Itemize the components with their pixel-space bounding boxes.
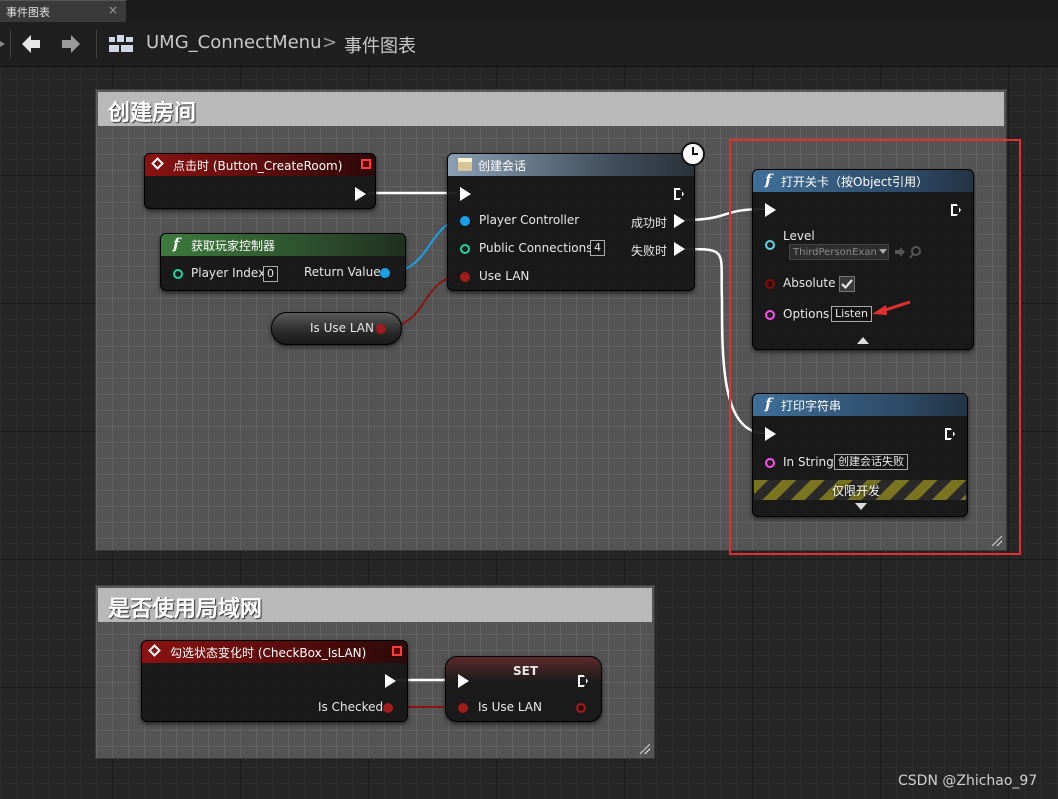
- player-index-label: Player Index: [191, 266, 266, 280]
- is-checked-pin[interactable]: [383, 703, 393, 713]
- exec-in-pin[interactable]: [460, 187, 471, 201]
- return-value-label: Return Value: [304, 265, 381, 279]
- node-header: f 获取玩家控制器: [161, 234, 405, 256]
- return-value-pin[interactable]: [380, 268, 390, 278]
- on-success-exec-pin[interactable]: [674, 214, 685, 228]
- toolbar-divider: [10, 30, 11, 58]
- use-lan-pin[interactable]: [460, 272, 470, 282]
- is-use-lan-out-pin[interactable]: [576, 703, 586, 713]
- exec-out-pin[interactable]: [578, 675, 588, 687]
- node-title: SET: [513, 664, 539, 678]
- macro-node-create-session[interactable]: 创建会话 Player Controller Public Connection…: [447, 153, 695, 291]
- exec-out-pin[interactable]: [674, 188, 684, 200]
- player-index-pin[interactable]: [173, 269, 183, 279]
- tab-bar: [0, 0, 1058, 22]
- public-connections-pin[interactable]: [460, 244, 470, 254]
- event-icon: [151, 157, 164, 170]
- watermark: CSDN @Zhichao_97: [898, 773, 1038, 789]
- is-use-lan-label: Is Use LAN: [478, 700, 542, 714]
- toolbar: UMG_ConnectMenu > 事件图表: [0, 22, 1058, 67]
- delegate-pin-icon[interactable]: [392, 646, 402, 656]
- variable-getter-is-use-lan[interactable]: Is Use LAN: [271, 312, 402, 345]
- delegate-pin-icon[interactable]: [361, 159, 371, 169]
- exec-in-pin[interactable]: [458, 674, 469, 688]
- back-arrow-icon[interactable]: [20, 33, 42, 55]
- resize-grip-icon[interactable]: [638, 742, 650, 754]
- player-controller-label: Player Controller: [479, 213, 580, 227]
- on-success-label: 成功时: [631, 216, 668, 230]
- node-header: 点击时 (Button_CreateRoom): [145, 154, 375, 176]
- public-connections-label: Public Connections: [479, 241, 593, 255]
- clock-icon: [681, 142, 705, 166]
- breadcrumb-separator: >: [322, 32, 338, 53]
- close-icon[interactable]: ×: [108, 3, 118, 17]
- player-index-input[interactable]: 0: [263, 266, 278, 282]
- exec-out-pin[interactable]: [385, 674, 396, 688]
- on-failure-exec-pin[interactable]: [674, 242, 685, 256]
- event-icon: [148, 644, 161, 657]
- event-node-on-check-state-changed[interactable]: 勾选状态变化时 (CheckBox_IsLAN) Is Checked: [141, 640, 408, 722]
- tab-event-graph[interactable]: 事件图表 ×: [0, 0, 126, 22]
- node-title: 勾选状态变化时 (CheckBox_IsLAN): [170, 646, 367, 660]
- latent-node-icon: [458, 158, 472, 171]
- comment-header: 创建房间: [98, 92, 1004, 126]
- exec-out-pin[interactable]: [355, 187, 366, 201]
- comment-title: 是否使用局域网: [108, 597, 263, 622]
- on-failure-label: 失败时: [631, 244, 668, 258]
- breadcrumb-event-graph[interactable]: 事件图表: [344, 32, 416, 58]
- public-connections-input[interactable]: 4: [590, 240, 605, 256]
- variable-label: Is Use LAN: [310, 321, 374, 335]
- breadcrumb-blueprint[interactable]: UMG_ConnectMenu: [146, 32, 322, 53]
- node-title: 点击时 (Button_CreateRoom): [173, 159, 343, 173]
- highlight-box: [729, 139, 1021, 555]
- widget-blueprint-icon: [109, 35, 133, 52]
- function-node-get-player-controller[interactable]: f 获取玩家控制器 Player Index 0 Return Value: [160, 233, 406, 291]
- is-use-lan-out-pin[interactable]: [376, 324, 386, 334]
- use-lan-label: Use LAN: [479, 269, 530, 283]
- variable-set-node[interactable]: SET Is Use LAN: [445, 656, 602, 722]
- collapse-arrow-icon[interactable]: [0, 36, 6, 52]
- node-header: 勾选状态变化时 (CheckBox_IsLAN): [142, 641, 407, 663]
- function-icon: f: [173, 235, 180, 253]
- player-controller-pin[interactable]: [460, 216, 470, 226]
- tab-label: 事件图表: [6, 6, 50, 19]
- event-node-on-clicked[interactable]: 点击时 (Button_CreateRoom): [144, 153, 376, 209]
- comment-header: 是否使用局域网: [98, 588, 652, 622]
- comment-title: 创建房间: [108, 101, 197, 126]
- is-use-lan-in-pin[interactable]: [458, 703, 468, 713]
- is-checked-label: Is Checked: [318, 700, 384, 714]
- node-title: 创建会话: [478, 159, 527, 173]
- node-title: 获取玩家控制器: [191, 239, 276, 253]
- node-header: 创建会话: [448, 154, 694, 176]
- forward-arrow-icon[interactable]: [60, 33, 82, 55]
- toolbar-divider: [96, 30, 97, 58]
